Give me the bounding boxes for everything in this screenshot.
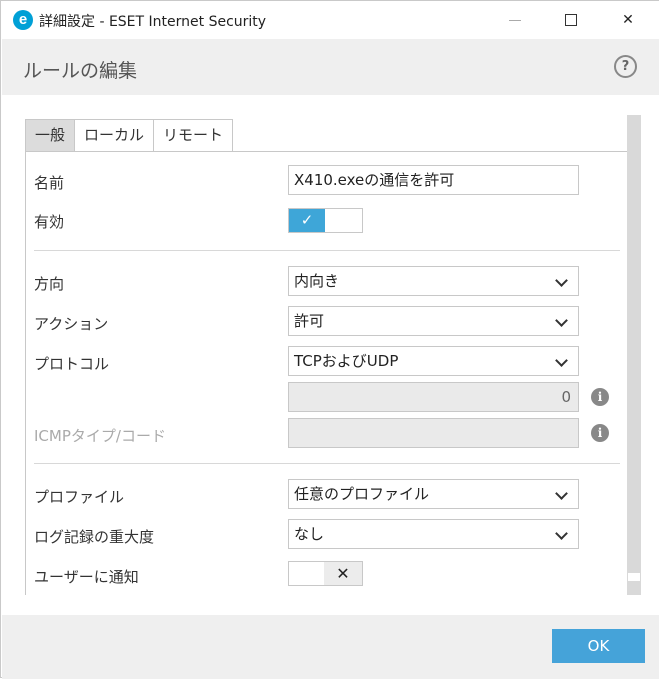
dialog-header: ルールの編集 ? xyxy=(2,39,659,95)
divider xyxy=(34,463,620,464)
chevron-down-icon xyxy=(555,527,568,540)
tab-bar: 一般 ローカル リモート xyxy=(25,119,234,152)
action-select[interactable]: 許可 xyxy=(288,306,579,336)
tab-local[interactable]: ローカル xyxy=(74,119,155,152)
log-severity-value: なし xyxy=(294,525,325,543)
profile-select[interactable]: 任意のプロファイル xyxy=(288,479,579,509)
eset-logo-icon: e xyxy=(13,10,33,30)
dialog-window: e 詳細設定 - ESET Internet Security ✕ ルールの編集… xyxy=(0,0,659,679)
protocol-select[interactable]: TCPおよびUDP xyxy=(288,346,579,376)
scrollbar-thumb[interactable] xyxy=(628,573,640,581)
tab-general[interactable]: 一般 xyxy=(25,119,76,152)
close-icon: ✕ xyxy=(622,12,634,28)
chevron-down-icon xyxy=(555,314,568,327)
enabled-toggle[interactable]: ✓ xyxy=(288,208,363,233)
maximize-icon xyxy=(565,14,577,26)
enabled-label: 有効 xyxy=(34,213,65,231)
chevron-down-icon xyxy=(555,487,568,500)
notify-user-toggle[interactable]: ✕ xyxy=(288,561,363,586)
name-input[interactable]: X410.exeの通信を許可 xyxy=(288,165,579,195)
minimize-button[interactable] xyxy=(492,1,538,39)
log-severity-label: ログ記録の重大度 xyxy=(34,528,155,546)
tab-remote[interactable]: リモート xyxy=(153,119,234,152)
name-label: 名前 xyxy=(34,174,65,192)
dialog-content: 一般 ローカル リモート 名前 X410.exeの通信を許可 有効 ✓ 方向 内… xyxy=(2,95,659,615)
minimize-icon xyxy=(509,19,521,21)
action-value: 許可 xyxy=(294,312,325,330)
close-button[interactable]: ✕ xyxy=(605,1,651,39)
info-icon[interactable]: i xyxy=(591,388,609,406)
title-bar: e 詳細設定 - ESET Internet Security ✕ xyxy=(1,1,659,39)
protocol-label: プロトコル xyxy=(34,355,110,373)
protocol-number-input: 0 xyxy=(288,382,579,412)
info-icon[interactable]: i xyxy=(591,424,609,442)
protocol-value: TCPおよびUDP xyxy=(294,352,399,370)
direction-value: 内向き xyxy=(294,272,340,290)
divider xyxy=(34,250,620,251)
dialog-footer: OK xyxy=(2,615,659,679)
check-icon: ✓ xyxy=(289,209,325,232)
icmp-label: ICMPタイプ/コード xyxy=(34,427,166,445)
notify-user-label: ユーザーに通知 xyxy=(34,568,139,586)
chevron-down-icon xyxy=(555,354,568,367)
direction-select[interactable]: 内向き xyxy=(288,266,579,296)
profile-value: 任意のプロファイル xyxy=(294,485,430,503)
chevron-down-icon xyxy=(555,274,568,287)
window-title: 詳細設定 - ESET Internet Security xyxy=(39,14,267,30)
icmp-input xyxy=(288,418,579,448)
page-title: ルールの編集 xyxy=(23,60,138,82)
action-label: アクション xyxy=(34,315,109,333)
ok-button[interactable]: OK xyxy=(552,629,645,663)
profile-label: プロファイル xyxy=(34,488,125,506)
direction-label: 方向 xyxy=(34,275,65,293)
scrollbar[interactable] xyxy=(627,115,641,595)
log-severity-select[interactable]: なし xyxy=(288,519,579,549)
x-icon: ✕ xyxy=(324,562,362,585)
maximize-button[interactable] xyxy=(548,1,594,39)
help-icon[interactable]: ? xyxy=(614,55,637,78)
